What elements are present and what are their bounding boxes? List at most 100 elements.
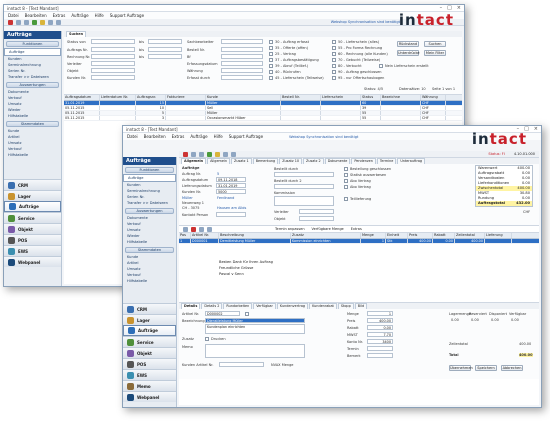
back-nav-lager[interactable]: Lager — [4, 190, 61, 201]
front-nav-objekt[interactable]: Objekt — [123, 347, 176, 358]
col-bezeichne[interactable]: Bezeichne — [381, 95, 421, 100]
front-nav-ews[interactable]: EWS — [123, 369, 176, 380]
kontakt-person-field[interactable] — [216, 212, 246, 217]
col-lieferdatum[interactable]: Lieferdatum Nr. — [100, 95, 136, 100]
search-icon[interactable] — [48, 19, 53, 25]
col-zeilentotal[interactable]: Zeilentotal — [455, 233, 485, 238]
col-menge[interactable]: Menge — [361, 233, 386, 238]
rueckstand-button[interactable]: Rückstand — [397, 41, 419, 47]
front-side-hilfstabelle2[interactable]: Hilfstabelle — [123, 278, 176, 284]
filter2-chk-5[interactable] — [332, 64, 336, 68]
col-auftragsnr[interactable]: Auftragsnr. — [136, 95, 166, 100]
move-down-icon[interactable] — [207, 226, 212, 232]
table-row[interactable]: 1 D000001 Demitleistung Müller Kommissio… — [179, 239, 539, 244]
unterdruecke-button[interactable]: Unterdrücke — [397, 50, 420, 56]
col-kunde[interactable]: Kunde — [206, 95, 281, 100]
drucken-chk[interactable] — [205, 337, 209, 341]
front-nav-webpanel[interactable]: Webpanel — [123, 391, 176, 402]
auftrag-nr-field[interactable] — [91, 47, 135, 52]
col-status[interactable]: Status — [361, 95, 381, 100]
add-row-icon[interactable] — [183, 226, 188, 232]
rechnung-nr-field[interactable] — [91, 54, 135, 59]
refresh-icon[interactable] — [207, 151, 212, 157]
back-side-hilfstabelle[interactable]: Hilfstabelle — [4, 113, 61, 119]
bezeichnung-field[interactable]: Dienstleistung Müller — [205, 318, 305, 323]
bis-field-2[interactable] — [148, 47, 182, 52]
delete-icon[interactable] — [8, 19, 13, 25]
kunden-nr-field[interactable]: 5000 — [216, 189, 246, 194]
abbrechen-button[interactable]: Abbrechen — [501, 365, 523, 371]
memo-field[interactable] — [205, 344, 305, 358]
mwst-field[interactable]: 7.70 — [367, 332, 393, 337]
filter2-chk-7[interactable] — [332, 76, 336, 80]
filter2-chk-1[interactable] — [332, 40, 336, 44]
lagerartikel-chk[interactable] — [245, 312, 249, 316]
rb-chk-2[interactable] — [344, 173, 348, 177]
back-nav-ews[interactable]: EWS — [4, 245, 61, 256]
suchen-button[interactable]: Suchen — [424, 41, 446, 47]
col-preis[interactable]: Preis — [408, 233, 433, 238]
objekt-field[interactable] — [91, 68, 135, 73]
status-von-field[interactable] — [91, 39, 135, 44]
front-side-hilfstabelle[interactable]: Hilfstabelle — [123, 239, 176, 245]
extras-button[interactable]: Extras — [351, 227, 362, 231]
remove-row-icon[interactable] — [191, 226, 196, 232]
uebernehmen-button[interactable]: Übernehmen — [449, 365, 473, 371]
front-nav-auftraege[interactable]: Aufträge — [123, 325, 176, 336]
print-icon[interactable] — [40, 19, 45, 25]
teillieferung-chk[interactable] — [344, 197, 348, 201]
mein-filter-button[interactable]: Mein Filter — [424, 50, 446, 56]
col-waehrung[interactable]: Währung — [421, 95, 446, 100]
new-icon[interactable] — [16, 19, 21, 25]
menu-auftraege[interactable]: Aufträge — [190, 134, 207, 139]
filter-chk-5[interactable] — [269, 64, 273, 68]
menu-extras[interactable]: Extras — [53, 13, 66, 18]
col-auftragsdatum[interactable]: Auftragsdatum — [64, 95, 100, 100]
col-pos[interactable]: Pos — [179, 233, 191, 238]
col-bestell-nr[interactable]: Bestell Nr. — [281, 95, 321, 100]
rb-chk-3[interactable] — [344, 179, 348, 183]
waehrung-field[interactable] — [221, 68, 263, 73]
verleiter-field[interactable] — [91, 61, 135, 66]
bestell-nr-field[interactable] — [221, 47, 263, 52]
col-beschreibung[interactable]: Beschreibung — [219, 233, 291, 238]
move-up-icon[interactable] — [199, 226, 204, 232]
refresh-icon[interactable] — [32, 19, 37, 25]
termin-field[interactable] — [367, 346, 393, 351]
front-nav-memo[interactable]: Memo — [123, 380, 176, 391]
filter-icon[interactable] — [56, 19, 61, 25]
front-nav-pos[interactable]: POS — [123, 358, 176, 369]
new-icon[interactable] — [191, 151, 196, 157]
back-side-hilfstabelle2[interactable]: Hilfstabelle — [4, 152, 61, 158]
front-nav-crm[interactable]: CRM — [123, 303, 176, 314]
kunden-artikel-nr-field[interactable] — [219, 362, 264, 367]
delete-icon[interactable] — [183, 151, 188, 157]
menu-support[interactable]: Support Auftrage — [229, 134, 263, 139]
menu-extras[interactable]: Extras — [172, 134, 185, 139]
bf-field[interactable] — [221, 54, 263, 59]
filter2-chk-4[interactable] — [332, 58, 336, 62]
col-einheit[interactable]: Einheit — [386, 233, 408, 238]
kommission-field[interactable] — [274, 196, 334, 206]
filter2-chk-2[interactable] — [332, 46, 336, 50]
sachbearbeiter-field[interactable] — [221, 39, 263, 44]
menu-hilfe[interactable]: Hilfe — [95, 13, 104, 18]
filter-chk-7[interactable] — [269, 76, 273, 80]
bemerk-field[interactable] — [367, 353, 393, 358]
menu-hilfe[interactable]: Hilfe — [214, 134, 223, 139]
rb-chk-4[interactable] — [344, 185, 348, 189]
menge-field[interactable]: 1 — [367, 311, 393, 316]
close-icon[interactable]: × — [457, 5, 461, 11]
col-zusatz[interactable]: Zusatz — [291, 233, 361, 238]
back-nav-auftraege[interactable]: Aufträge — [4, 201, 61, 212]
rabatt-field[interactable]: 0.00 — [367, 325, 393, 330]
save-icon[interactable] — [199, 151, 204, 157]
konto-nr-field[interactable]: 3400 — [367, 339, 393, 344]
bezeichnung-2-field[interactable]: Kundenplan einrichten — [205, 324, 305, 334]
back-nav-crm[interactable]: CRM — [4, 179, 61, 190]
artikel-nr-field[interactable]: D000002 — [205, 311, 240, 316]
col-lieferung[interactable]: Lieferung — [485, 233, 512, 238]
filter-chk-1[interactable] — [269, 40, 273, 44]
bis-field-3[interactable] — [148, 54, 182, 59]
auftragsdatum-field[interactable]: 09.11.2018 — [216, 177, 246, 182]
